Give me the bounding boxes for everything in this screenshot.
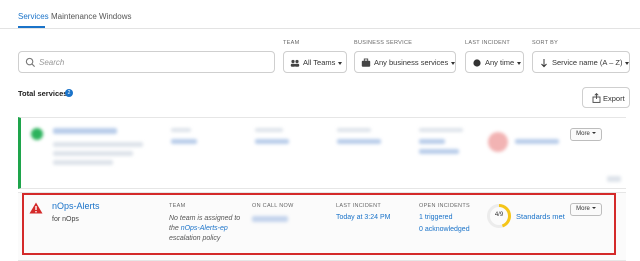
blurred-label	[171, 128, 191, 132]
more-label: More	[576, 131, 590, 137]
search-box[interactable]	[18, 51, 275, 73]
blurred-value	[337, 139, 381, 144]
team-dropdown[interactable]: All Teams	[283, 51, 347, 73]
search-input[interactable]	[39, 55, 269, 70]
export-button[interactable]: Export	[582, 87, 630, 108]
on-call-now-label: ON CALL NOW	[252, 203, 294, 209]
chevron-down-icon	[451, 61, 456, 65]
search-icon	[25, 57, 36, 68]
blurred-value	[255, 139, 289, 144]
on-call-user-blurred	[252, 216, 288, 222]
highlight-box	[22, 193, 616, 255]
last-incident-link[interactable]: Today at 3:24 PM	[336, 214, 390, 221]
chevron-down-icon	[591, 207, 596, 210]
total-services-count-badge: 2	[65, 89, 73, 97]
tab-maintenance-windows[interactable]: Maintenance Windows	[51, 12, 131, 21]
export-icon	[592, 93, 601, 103]
more-button[interactable]: More	[570, 203, 602, 216]
team-column-label: TEAM	[169, 203, 186, 209]
business-service-dropdown-value: Any business services	[374, 58, 449, 67]
blurred-description	[53, 160, 113, 165]
active-tab-indicator	[18, 26, 45, 28]
chevron-down-icon	[625, 61, 630, 65]
chevron-down-icon	[517, 61, 522, 65]
business-service-dropdown[interactable]: Any business services	[354, 51, 456, 73]
team-dropdown-value: All Teams	[303, 58, 336, 67]
more-label: More	[576, 206, 590, 212]
warning-icon	[29, 202, 43, 214]
service-name-link[interactable]: nOps-Alerts	[52, 201, 100, 211]
last-incident-dropdown[interactable]: Any time	[465, 51, 524, 73]
service-description: for nOps	[52, 216, 79, 223]
blurred-label	[419, 128, 463, 132]
blurred-description	[53, 151, 133, 156]
tab-services[interactable]: Services	[18, 12, 49, 21]
blurred-label	[337, 128, 371, 132]
more-button[interactable]: More	[570, 128, 602, 141]
open-incidents-label: OPEN INCIDENTS	[419, 203, 470, 209]
service-status-icon	[31, 128, 43, 140]
team-filter-label: TEAM	[283, 40, 300, 46]
blurred-value	[419, 139, 445, 144]
blurred-label	[255, 128, 283, 132]
sort-by-label: SORT BY	[532, 40, 559, 46]
blurred-value	[419, 149, 459, 154]
team-icon	[290, 59, 300, 67]
escalation-policy-link[interactable]: nOps-Alerts-ep	[181, 225, 228, 232]
sort-arrow-icon	[541, 59, 547, 68]
sort-by-dropdown[interactable]: Service name (A – Z)	[532, 51, 630, 73]
export-label: Export	[603, 94, 625, 103]
last-incident-label: LAST INCIDENT	[336, 203, 382, 209]
blurred-tag	[607, 176, 621, 182]
standards-score: 4/9	[494, 212, 504, 218]
last-incident-dropdown-value: Any time	[485, 58, 515, 67]
standards-met-link[interactable]: Standards met	[516, 212, 565, 221]
service-card-blurred[interactable]: More	[18, 117, 626, 189]
blurred-service-name	[53, 128, 117, 134]
dot-icon	[473, 59, 481, 67]
total-services-label: Total services	[18, 89, 68, 98]
blurred-value	[515, 139, 559, 144]
tab-bar: Services Maintenance Windows	[0, 0, 640, 29]
blurred-value	[171, 139, 197, 144]
business-service-filter-label: BUSINESS SERVICE	[354, 40, 413, 46]
blurred-gauge	[488, 132, 508, 152]
briefcase-icon	[361, 58, 371, 67]
triggered-incidents-link[interactable]: 1 triggered	[419, 214, 452, 221]
blurred-description	[53, 142, 143, 147]
chevron-down-icon	[591, 132, 596, 135]
sort-by-dropdown-value: Service name (A – Z)	[552, 58, 623, 67]
team-value: No team is assigned to the nOps-Alerts-e…	[169, 214, 247, 244]
last-incident-filter-label: LAST INCIDENT	[465, 40, 511, 46]
team-text-end: escalation policy	[169, 235, 221, 242]
acknowledged-incidents-link[interactable]: 0 acknowledged	[419, 226, 470, 233]
chevron-down-icon	[338, 61, 343, 65]
